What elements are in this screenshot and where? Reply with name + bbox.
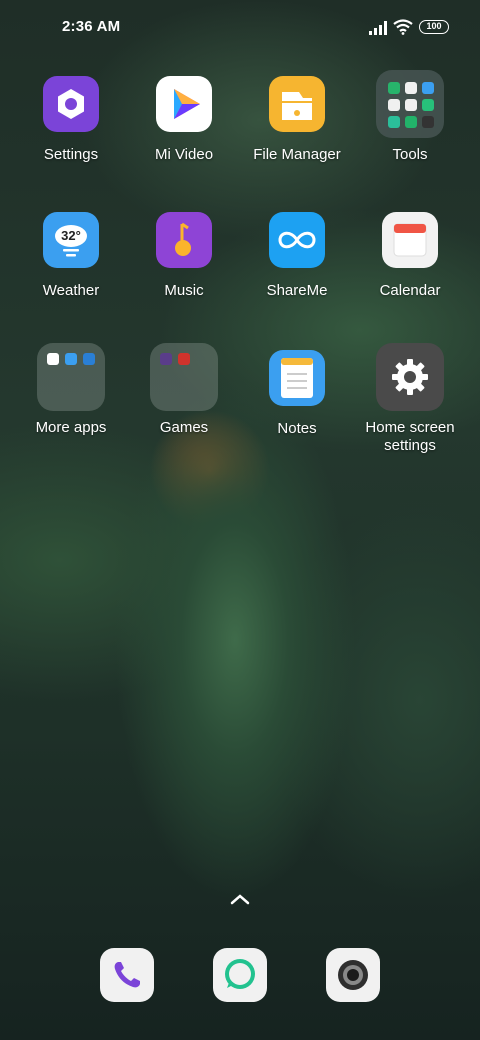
status-bar: 2:36 AM 100 (0, 0, 480, 56)
app-label: ShareMe (266, 282, 328, 299)
camera-icon (338, 960, 368, 990)
weather-icon: 32° (43, 212, 99, 268)
tools-folder-icon (376, 70, 444, 138)
app-label: More apps (35, 419, 107, 436)
app-label: File Manager (253, 146, 341, 163)
app-label: Weather (42, 282, 100, 299)
gear-icon (376, 343, 444, 411)
app-home-screen-settings[interactable]: Home screen settings (354, 343, 466, 455)
app-label: Games (159, 419, 209, 436)
app-label: Tools (392, 146, 428, 163)
settings-icon (43, 76, 99, 132)
weather-temperature: 32° (61, 228, 81, 243)
app-label: Home screen settings (365, 419, 455, 454)
app-label: Settings (43, 146, 99, 163)
app-mi-video[interactable]: Mi Video (128, 76, 240, 164)
play-icon (156, 76, 212, 132)
folder-more-apps[interactable]: More apps (15, 343, 127, 437)
folder-icon (269, 76, 325, 132)
app-settings[interactable]: Settings (15, 76, 127, 164)
app-calendar[interactable]: Calendar (354, 212, 466, 300)
app-weather[interactable]: 32° Weather (15, 212, 127, 300)
phone-icon (114, 962, 140, 988)
app-label: Mi Video (154, 146, 214, 163)
more-apps-folder-icon (37, 343, 105, 411)
dock-camera[interactable] (326, 948, 380, 1002)
folder-tools[interactable]: Tools (354, 70, 466, 164)
app-file-manager[interactable]: File Manager (241, 76, 353, 164)
chat-bubble-icon (225, 959, 255, 989)
app-label: Notes (277, 420, 317, 437)
music-note-icon (156, 212, 212, 268)
signal-icon (369, 21, 387, 35)
app-shareme[interactable]: ShareMe (241, 212, 353, 300)
dock-phone[interactable] (100, 948, 154, 1002)
folder-games[interactable]: Games (128, 343, 240, 437)
notes-icon (269, 350, 325, 406)
battery-icon: 100 (419, 20, 449, 34)
dock-messages[interactable] (213, 948, 267, 1002)
app-label: Music (164, 282, 204, 299)
app-notes[interactable]: Notes (241, 350, 353, 438)
chevron-up-icon[interactable] (229, 892, 251, 906)
clock: 2:36 AM (62, 18, 121, 35)
app-label: Calendar (379, 282, 441, 299)
wifi-icon (393, 19, 413, 35)
infinity-icon (269, 212, 325, 268)
games-folder-icon (150, 343, 218, 411)
calendar-icon (382, 212, 438, 268)
app-music[interactable]: Music (128, 212, 240, 300)
